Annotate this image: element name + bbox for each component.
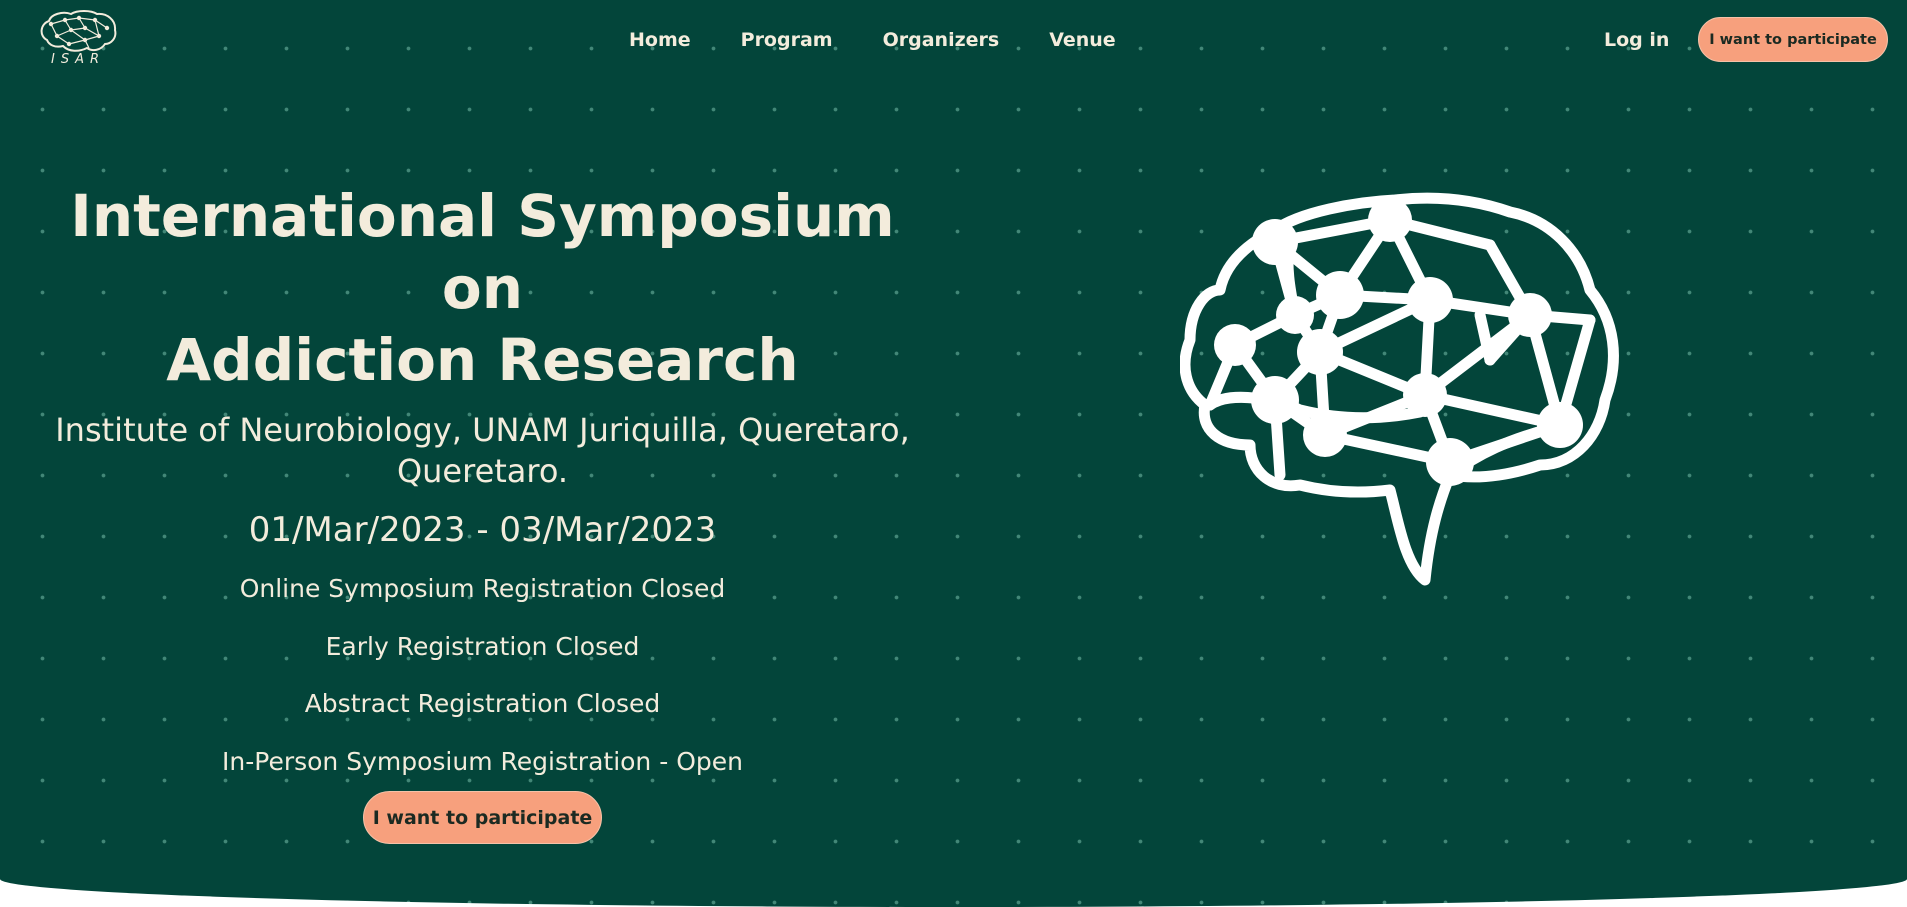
main-nav: Home Program Organizers Venue [629,29,1166,51]
venue-subtitle: Institute of Neurobiology, UNAM Juriquil… [20,410,945,492]
event-dates: 01/Mar/2023 - 03/Mar/2023 [248,510,717,550]
nav-program[interactable]: Program [741,29,833,51]
subtitle-line-1: Institute of Neurobiology, UNAM Juriquil… [55,411,910,449]
logo-text: ISAR [50,52,105,67]
status-early-registration: Early Registration Closed [325,632,640,661]
subtitle-line-2: Queretaro. [396,452,569,490]
status-abstract-registration: Abstract Registration Closed [304,689,661,718]
hero-text: International Symposium on Addiction Res… [20,180,945,844]
status-in-person-registration: In-Person Symposium Registration - Open [222,747,743,776]
title-line-1: International Symposium on [70,182,895,322]
status-online-registration: Online Symposium Registration Closed [239,574,726,603]
nav-organizers[interactable]: Organizers [883,29,1000,51]
nav-venue[interactable]: Venue [1049,29,1116,51]
brain-network-icon [40,10,117,52]
hero-participate-button[interactable]: I want to participate [363,791,602,844]
page-title: International Symposium on Addiction Res… [20,180,945,396]
site-logo[interactable]: ISAR [36,10,120,72]
header-participate-button[interactable]: I want to participate [1698,17,1888,62]
title-line-2: Addiction Research [166,326,799,394]
brain-network-icon [1180,192,1619,586]
page: ISAR Home Program Organizers Venue Log i… [0,0,1907,907]
nav-home[interactable]: Home [629,29,691,51]
hero-section: ISAR Home Program Organizers Venue Log i… [0,0,1907,907]
login-link[interactable]: Log in [1604,29,1669,51]
